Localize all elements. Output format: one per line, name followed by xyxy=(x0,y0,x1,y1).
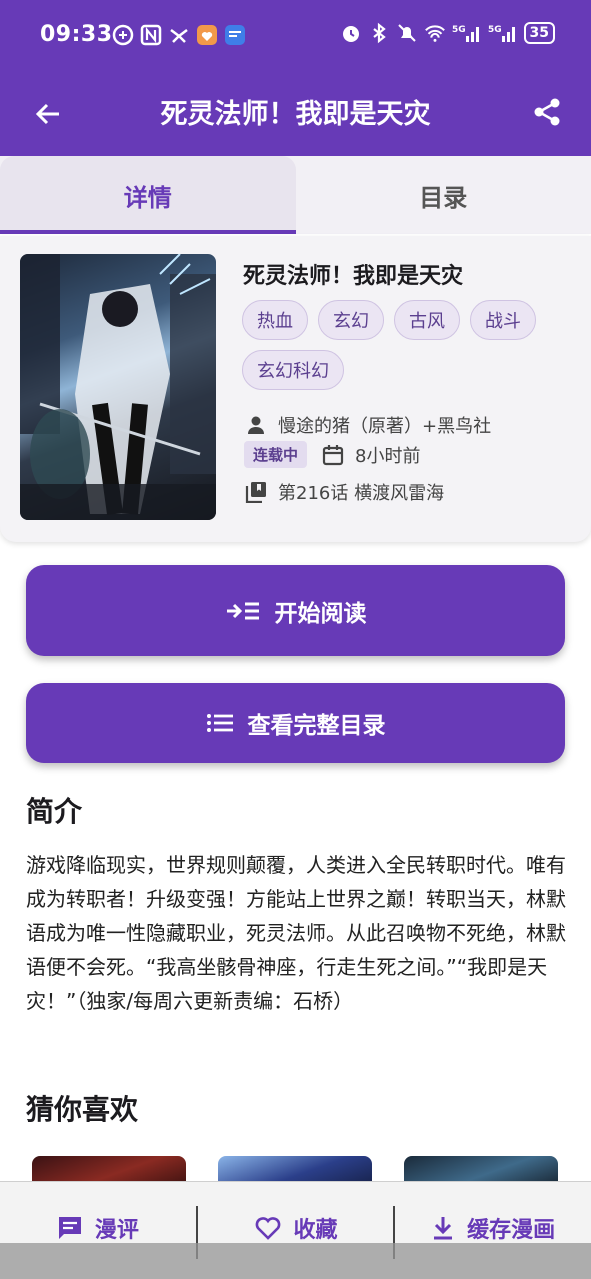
page-title: 死灵法师！我即是天灾 xyxy=(160,99,431,130)
update-time: 8小时前 xyxy=(355,445,421,467)
tag-list: 热血 玄幻 古风 战斗 玄幻科幻 xyxy=(242,300,572,390)
author-text: 慢途的猪（原著）+黑鸟社 xyxy=(278,416,492,437)
download-label: 缓存漫画 xyxy=(467,1217,556,1243)
start-reading-label: 开始阅读 xyxy=(274,600,367,627)
battery-indicator: 35 xyxy=(523,22,555,44)
status-bar: 09:33 5G 5G 35 xyxy=(0,0,591,76)
start-reading-button[interactable]: 开始阅读 xyxy=(26,565,565,656)
tag-chip[interactable]: 玄幻 xyxy=(318,300,384,340)
tag-chip[interactable]: 古风 xyxy=(394,300,460,340)
heart-outline-icon xyxy=(255,1216,280,1240)
tag-chip[interactable]: 战斗 xyxy=(470,300,536,340)
author-row: 慢途的猪（原著）+黑鸟社 xyxy=(244,412,491,438)
wifi-icon xyxy=(424,22,446,44)
tab-catalog[interactable]: 目录 xyxy=(296,156,591,234)
share-icon xyxy=(534,98,560,126)
view-catalog-label: 查看完整目录 xyxy=(247,713,386,739)
tab-details[interactable]: 详情 xyxy=(0,156,296,234)
status-time: 09:33 xyxy=(40,22,113,47)
status-badge: 连载中 xyxy=(244,441,308,468)
comment-icon xyxy=(58,1216,81,1239)
tag-chip[interactable]: 热血 xyxy=(242,300,308,340)
mute-icon xyxy=(396,22,418,44)
latest-chapter-row: 第216话 横渡风雷海 xyxy=(244,479,444,505)
latest-chapter: 第216话 横渡风雷海 xyxy=(278,483,445,504)
app-bar: 死灵法师！我即是天灾 xyxy=(0,76,591,156)
intro-heading: 简介 xyxy=(26,795,83,828)
svg-text:5G: 5G xyxy=(452,25,466,35)
health-app-icon xyxy=(196,24,218,46)
messages-app-icon xyxy=(224,24,246,46)
start-reading-icon xyxy=(226,602,259,619)
library-books-icon xyxy=(244,480,268,504)
navigation-gesture-bar xyxy=(0,1243,591,1279)
comments-label: 漫评 xyxy=(94,1217,139,1243)
book-info-card: 死灵法师！我即是天灾 热血 玄幻 古风 战斗 玄幻科幻 慢途的猪（原著）+黑鸟社… xyxy=(0,236,591,542)
share-button[interactable] xyxy=(525,90,569,134)
app-notification-icon xyxy=(168,24,190,46)
svg-text:5G: 5G xyxy=(488,25,502,35)
status-row: 连载中 8小时前 xyxy=(244,441,420,468)
book-cover[interactable] xyxy=(20,254,216,520)
favorite-label: 收藏 xyxy=(293,1217,338,1243)
sync-icon xyxy=(112,24,134,46)
person-icon xyxy=(244,413,268,437)
download-icon xyxy=(434,1216,453,1239)
calendar-icon xyxy=(321,443,345,467)
nfc-icon xyxy=(140,24,162,46)
intro-text: 游戏降临现实，世界规则颠覆，人类进入全民转职时代。唯有成为转职者！升级变强！方能… xyxy=(26,853,566,1013)
tab-bar: 详情 目录 xyxy=(0,156,591,234)
view-catalog-button[interactable]: 查看完整目录 xyxy=(26,683,565,763)
signal-5g-2-icon: 5G xyxy=(488,22,518,44)
notification-icons xyxy=(112,24,246,46)
list-icon xyxy=(206,714,233,732)
system-icons: 5G 5G 35 xyxy=(340,22,555,44)
alarm-icon xyxy=(340,22,362,44)
recommend-heading: 猜你喜欢 xyxy=(26,1093,139,1126)
signal-5g-icon: 5G xyxy=(452,22,482,44)
bluetooth-icon xyxy=(368,22,390,44)
book-title: 死灵法师！我即是天灾 xyxy=(243,264,464,289)
tag-chip[interactable]: 玄幻科幻 xyxy=(242,350,344,390)
